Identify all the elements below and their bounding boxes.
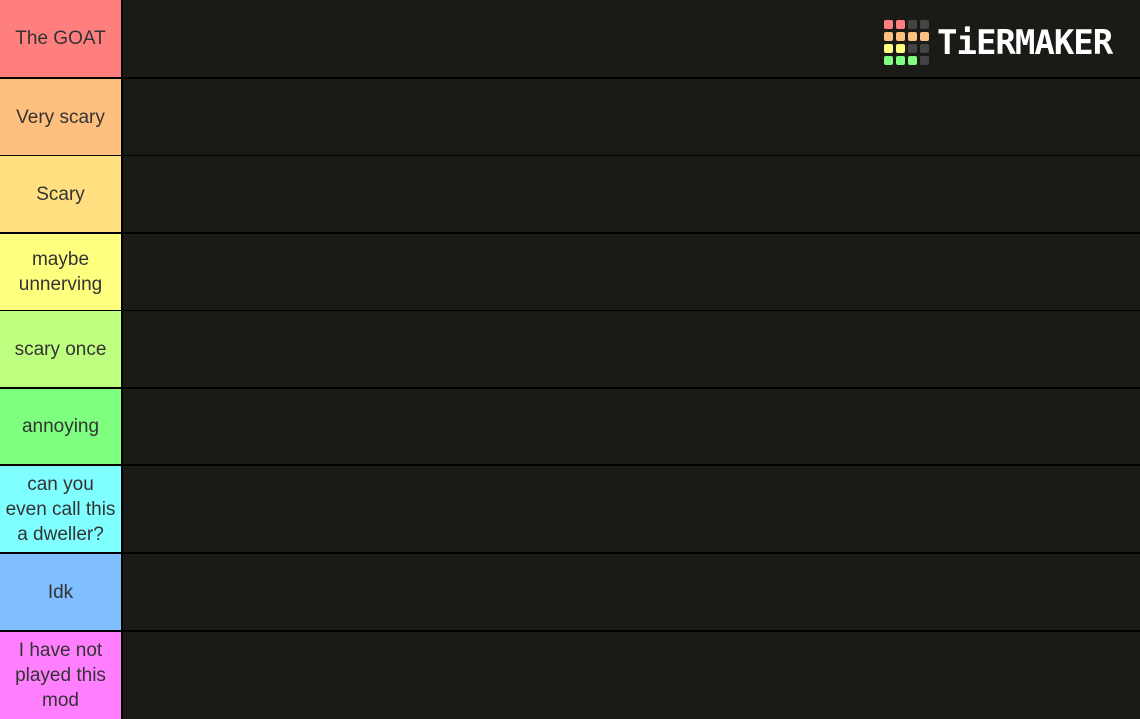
tier-label[interactable]: Idk (0, 554, 123, 630)
logo-grid-cell (908, 32, 917, 41)
tier-row: I have not played this mod (0, 632, 1140, 719)
tier-label[interactable]: can you even call this a dweller? (0, 466, 123, 552)
tier-items-dropzone[interactable] (123, 554, 1140, 630)
tier-row: scary once (0, 311, 1140, 387)
tier-items-dropzone[interactable] (123, 79, 1140, 155)
tier-items-dropzone[interactable] (123, 389, 1140, 464)
tier-row: Scary (0, 156, 1140, 232)
logo-grid-cell (896, 20, 905, 29)
tier-row: annoying (0, 389, 1140, 464)
tier-items-dropzone[interactable] (123, 466, 1140, 552)
logo-grid-cell (920, 44, 929, 53)
logo-grid-cell (896, 32, 905, 41)
logo-grid-cell (896, 44, 905, 53)
tier-items-dropzone[interactable] (123, 234, 1140, 310)
tier-label[interactable]: maybe unnerving (0, 234, 123, 310)
tier-label[interactable]: annoying (0, 389, 123, 464)
logo-grid-cell (896, 56, 905, 65)
tier-row: can you even call this a dweller? (0, 466, 1140, 552)
tier-items-dropzone[interactable] (123, 632, 1140, 719)
logo-grid-cell (884, 32, 893, 41)
logo-text: TiERMAKER (937, 22, 1113, 63)
logo-grid-cell (908, 56, 917, 65)
logo-grid-cell (884, 20, 893, 29)
tier-row: Very scary (0, 79, 1140, 155)
tiermaker-grid-icon (884, 20, 929, 65)
logo-grid-cell (920, 56, 929, 65)
logo-grid-cell (884, 44, 893, 53)
tier-label[interactable]: I have not played this mod (0, 632, 123, 719)
tier-label[interactable]: Very scary (0, 79, 123, 155)
tier-items-dropzone[interactable] (123, 156, 1140, 232)
tiermaker-logo: TiERMAKER (884, 20, 1113, 65)
logo-grid-cell (920, 20, 929, 29)
tier-label[interactable]: Scary (0, 156, 123, 232)
tier-board: The GOAT Very scary Scary maybe unnerving sc… (0, 0, 1140, 719)
tier-label[interactable]: scary once (0, 311, 123, 387)
tier-row: Idk (0, 554, 1140, 630)
tier-label[interactable]: The GOAT (0, 0, 123, 77)
tier-row: maybe unnerving (0, 234, 1140, 310)
logo-grid-cell (884, 56, 893, 65)
logo-grid-cell (908, 20, 917, 29)
logo-grid-cell (920, 32, 929, 41)
logo-grid-cell (908, 44, 917, 53)
tier-items-dropzone[interactable] (123, 311, 1140, 387)
